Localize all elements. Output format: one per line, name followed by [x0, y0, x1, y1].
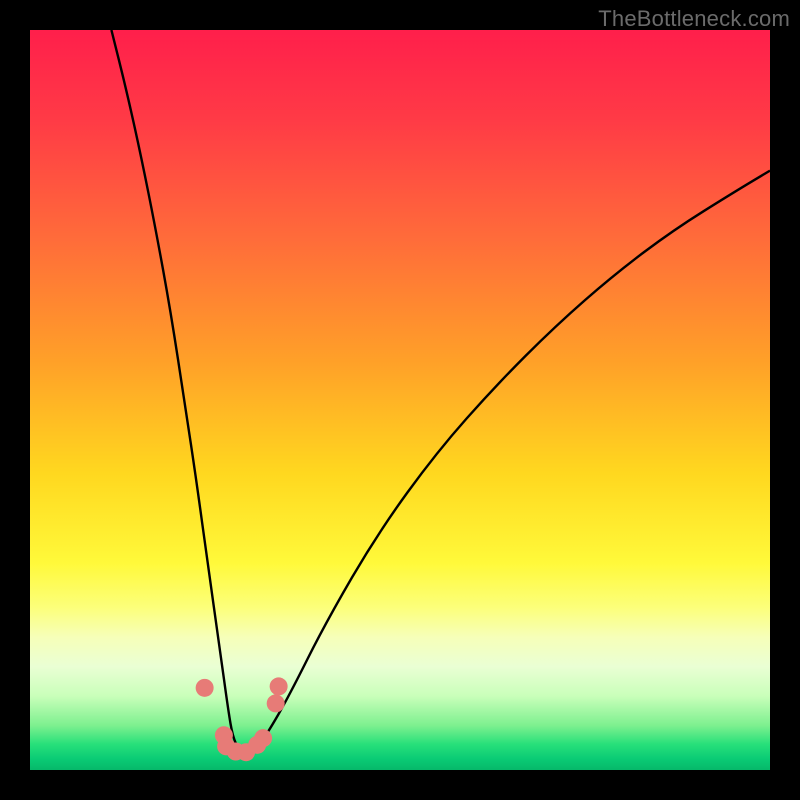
chart-svg: [30, 30, 770, 770]
chart-frame: TheBottleneck.com: [0, 0, 800, 800]
plot-area: [30, 30, 770, 770]
curve-dot: [196, 679, 214, 697]
gradient-background: [30, 30, 770, 770]
curve-dot: [267, 694, 285, 712]
curve-dot: [270, 677, 288, 695]
watermark-text: TheBottleneck.com: [598, 6, 790, 32]
curve-dot: [254, 729, 272, 747]
